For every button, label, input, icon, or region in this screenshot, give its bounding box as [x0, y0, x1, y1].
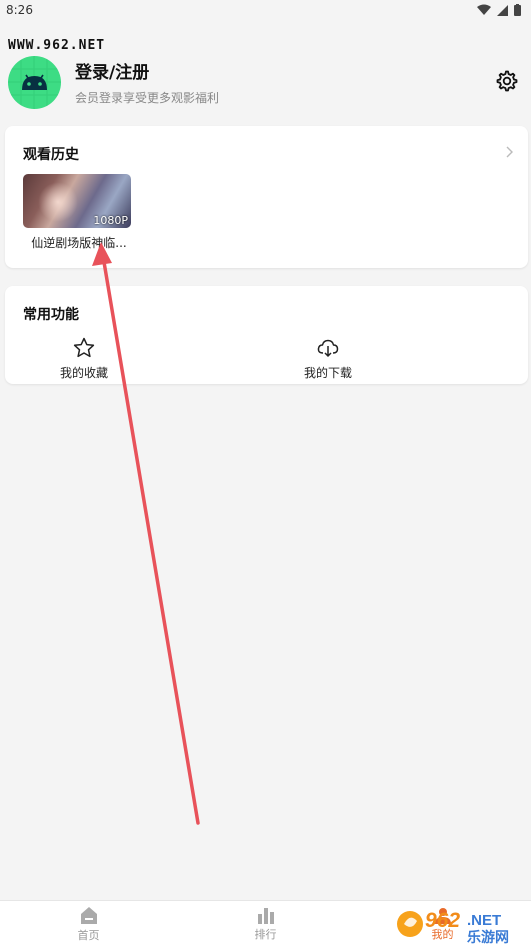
history-thumbnail[interactable]: 1080P — [23, 174, 131, 228]
watch-history-card: 观看历史 1080P 仙逆剧场版神临... — [5, 126, 528, 268]
home-icon — [80, 906, 97, 924]
history-item-title[interactable]: 仙逆剧场版神临... — [23, 234, 135, 251]
history-title: 观看历史 — [23, 147, 79, 163]
android-icon — [8, 55, 61, 109]
my-downloads-label: 我的下载 — [303, 366, 352, 380]
battery-icon — [514, 4, 521, 16]
login-title[interactable]: 登录/注册 — [75, 58, 219, 83]
nav-home[interactable]: 首页 — [0, 901, 177, 947]
962-logo-watermark: 962 .NET 乐游网 — [397, 909, 509, 945]
watermark-text: WWW.962.NET — [8, 38, 106, 53]
nav-home-label: 首页 — [77, 928, 100, 942]
resolution-badge: 1080P — [93, 214, 128, 227]
my-favorites-button[interactable]: 我的收藏 — [34, 336, 134, 381]
cloud-download-icon — [317, 339, 339, 358]
common-functions-card: 常用功能 我的收藏 我的下载 — [5, 286, 528, 384]
functions-title: 常用功能 — [23, 307, 79, 323]
nav-ranking-label: 排行 — [254, 928, 277, 941]
wifi-icon — [477, 4, 491, 15]
login-subtitle: 会员登录享受更多观影福利 — [75, 91, 220, 105]
settings-gear-icon[interactable] — [495, 69, 519, 93]
ranking-icon — [257, 908, 274, 924]
my-favorites-label: 我的收藏 — [59, 366, 108, 380]
nav-ranking[interactable]: 排行 — [177, 901, 354, 947]
signal-icon — [497, 4, 508, 16]
chevron-right-icon[interactable] — [506, 146, 514, 158]
profile-header[interactable]: 登录/注册 会员登录享受更多观影福利 — [8, 55, 523, 109]
logo-cn: 乐游网 — [467, 929, 509, 945]
star-icon — [73, 337, 95, 358]
status-time: 8:26 — [6, 3, 33, 17]
status-bar: 8:26 — [0, 0, 531, 20]
logo-number: 962 — [425, 909, 460, 932]
avatar[interactable] — [8, 55, 61, 109]
my-downloads-button[interactable]: 我的下载 — [278, 336, 378, 381]
logo-net: .NET — [467, 912, 501, 929]
